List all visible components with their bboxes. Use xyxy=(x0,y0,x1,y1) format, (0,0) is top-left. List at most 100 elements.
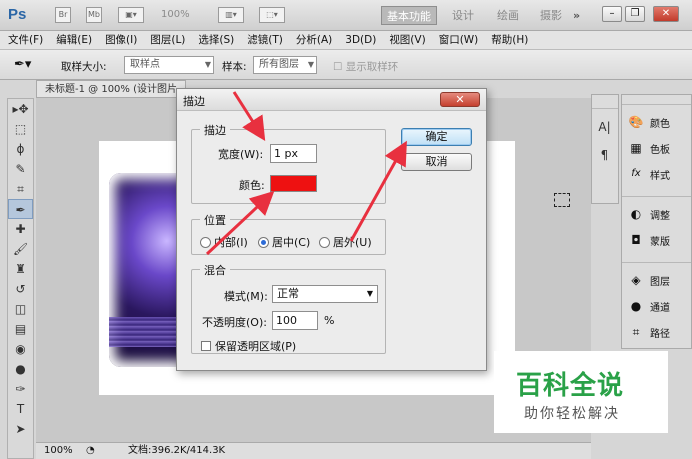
stamp-tool-icon[interactable]: ♜ xyxy=(8,259,33,279)
menu-select[interactable]: 选择(S) xyxy=(198,31,234,49)
panel-channels[interactable]: ● 通道 xyxy=(622,293,691,319)
panel-styles[interactable]: fx 样式 xyxy=(622,161,691,187)
menu-filter[interactable]: 滤镜(T) xyxy=(247,31,283,49)
palette-icon: 🎨 xyxy=(628,115,644,129)
preserve-transparency-checkbox[interactable]: 保留透明区域(P) xyxy=(201,338,296,354)
status-bar: 100% ◔ 文档:396.2K/414.3K xyxy=(36,442,591,459)
mode-select[interactable]: 正常 ▼ xyxy=(272,285,378,303)
status-info-icon[interactable]: ◔ xyxy=(86,443,95,459)
stroke-group: 描边 宽度(W): 1 px 颜色: xyxy=(191,122,386,204)
show-sampling-ring-label: 显示取样环 xyxy=(345,61,399,73)
minimize-icon[interactable]: – xyxy=(602,6,622,22)
close-icon[interactable]: ✕ xyxy=(440,92,480,107)
window-close-icon[interactable]: ✕ xyxy=(653,6,679,22)
panel-label: 蒙版 xyxy=(650,236,670,248)
panel-label: 样式 xyxy=(650,170,670,182)
panel-label: 色板 xyxy=(650,144,670,156)
status-zoom[interactable]: 100% xyxy=(44,443,73,459)
arrange-documents-icon[interactable]: ▥▾ xyxy=(218,7,244,23)
layers-icon: ◈ xyxy=(631,273,641,287)
cancel-button[interactable]: 取消 xyxy=(401,153,472,171)
move-tool-icon[interactable]: ▸✥ xyxy=(8,99,33,119)
healing-tool-icon[interactable]: ✚ xyxy=(8,219,33,239)
radio-inside[interactable]: 内部(I) xyxy=(200,234,248,250)
bridge-icon[interactable]: Br xyxy=(55,7,71,23)
radio-center[interactable]: 居中(C) xyxy=(258,234,310,250)
restore-icon[interactable]: ❐ xyxy=(625,6,645,22)
menu-edit[interactable]: 编辑(E) xyxy=(56,31,92,49)
stroke-group-legend: 描边 xyxy=(200,122,230,138)
opacity-label: 不透明度(O): xyxy=(202,316,267,329)
dialog-titlebar[interactable]: 描边 ✕ xyxy=(177,89,486,111)
lasso-tool-icon[interactable]: ϕ xyxy=(8,139,33,159)
path-select-tool-icon[interactable]: ➤ xyxy=(8,419,33,439)
panel-dock: 🎨 颜色 ▦ 色板 fx 样式 ◐ 调整 ◘ 蒙版 ◈ 图层 ● 通道 ⌗ 路径 xyxy=(621,94,692,349)
eraser-tool-icon[interactable]: ◫ xyxy=(8,299,33,319)
menu-analysis[interactable]: 分析(A) xyxy=(296,31,332,49)
panel-adjustments[interactable]: ◐ 调整 xyxy=(622,201,691,227)
workspace-design[interactable]: 设计 xyxy=(452,6,474,25)
show-sampling-ring-checkbox[interactable]: ☐ 显示取样环 xyxy=(333,59,398,74)
blur-tool-icon[interactable]: ◉ xyxy=(8,339,33,359)
document-tab[interactable]: 未标题-1 @ 100% (设计图片，RGB/8) xyxy=(36,80,186,98)
styles-icon: fx xyxy=(631,168,641,179)
quick-select-tool-icon[interactable]: ✎ xyxy=(8,159,33,179)
panel-layers[interactable]: ◈ 图层 xyxy=(622,267,691,293)
color-swatch[interactable] xyxy=(270,175,317,192)
marquee-tool-icon[interactable]: ⬚ xyxy=(8,119,33,139)
eyedropper-tool-icon[interactable]: ✒ xyxy=(8,199,33,219)
workspace-photography[interactable]: 摄影 xyxy=(540,6,562,25)
blending-group-legend: 混合 xyxy=(200,262,230,278)
radio-label: 居中(C) xyxy=(272,236,311,249)
ok-button[interactable]: 确定 xyxy=(401,128,472,146)
zoom-level[interactable]: 100% xyxy=(161,9,190,20)
chevron-down-icon: ▼ xyxy=(204,60,211,69)
gradient-tool-icon[interactable]: ▤ xyxy=(8,319,33,339)
minibridge-icon[interactable]: Mb xyxy=(86,7,102,23)
workspace-painting[interactable]: 绘画 xyxy=(497,6,519,25)
radio-outside[interactable]: 居外(U) xyxy=(319,234,372,250)
menu-file[interactable]: 文件(F) xyxy=(8,31,43,49)
chevron-down-icon: ▼ xyxy=(307,60,314,69)
menu-3d[interactable]: 3D(D) xyxy=(345,31,376,49)
eyedropper-tool-icon[interactable]: ✒▾ xyxy=(14,57,31,72)
menu-window[interactable]: 窗口(W) xyxy=(439,31,479,49)
panel-paths[interactable]: ⌗ 路径 xyxy=(622,319,691,345)
screen-mode-icon[interactable]: ⬚▾ xyxy=(259,7,285,23)
panel-masks[interactable]: ◘ 蒙版 xyxy=(622,227,691,253)
more-workspaces-icon[interactable]: » xyxy=(573,6,580,25)
sample-label: 样本: xyxy=(222,61,247,73)
channels-icon: ● xyxy=(630,299,642,313)
sample-select[interactable]: 所有图层 ▼ xyxy=(253,56,317,74)
width-input[interactable]: 1 px xyxy=(270,144,317,163)
character-panel-icon[interactable]: A| xyxy=(592,117,617,137)
swatches-icon: ▦ xyxy=(630,141,642,155)
panel-color[interactable]: 🎨 颜色 xyxy=(622,109,691,135)
menu-help[interactable]: 帮助(H) xyxy=(491,31,528,49)
paragraph-panel-icon[interactable]: ¶ xyxy=(592,145,617,165)
history-brush-icon[interactable]: ↺ xyxy=(8,279,33,299)
sample-size-value: 取样点 xyxy=(130,59,160,70)
panel-label: 图层 xyxy=(650,276,670,288)
status-doc-size: 文档:396.2K/414.3K xyxy=(128,445,226,456)
opacity-input[interactable]: 100 xyxy=(272,311,318,330)
sample-size-select[interactable]: 取样点 ▼ xyxy=(124,56,214,74)
pen-tool-icon[interactable]: ✑ xyxy=(8,379,33,399)
selection-marquee xyxy=(554,193,570,207)
type-tool-icon[interactable]: T xyxy=(8,399,33,419)
workspace-basic[interactable]: 基本功能 xyxy=(381,6,437,25)
view-extras-icon[interactable]: ▣▾ xyxy=(118,7,144,23)
brush-tool-icon[interactable]: 🖌 xyxy=(8,239,33,259)
sample-value: 所有图层 xyxy=(259,59,299,70)
position-group-legend: 位置 xyxy=(200,212,230,228)
menu-layer[interactable]: 图层(L) xyxy=(150,31,185,49)
panel-swatches[interactable]: ▦ 色板 xyxy=(622,135,691,161)
crop-tool-icon[interactable]: ⌗ xyxy=(8,179,33,199)
position-group: 位置 内部(I) 居中(C) 居外(U) xyxy=(191,212,386,255)
menu-view[interactable]: 视图(V) xyxy=(389,31,425,49)
dodge-tool-icon[interactable]: ● xyxy=(8,359,33,379)
radio-label: 内部(I) xyxy=(214,236,248,249)
panel-label: 通道 xyxy=(650,302,670,314)
chevron-down-icon: ▼ xyxy=(366,289,373,298)
menu-image[interactable]: 图像(I) xyxy=(105,31,137,49)
